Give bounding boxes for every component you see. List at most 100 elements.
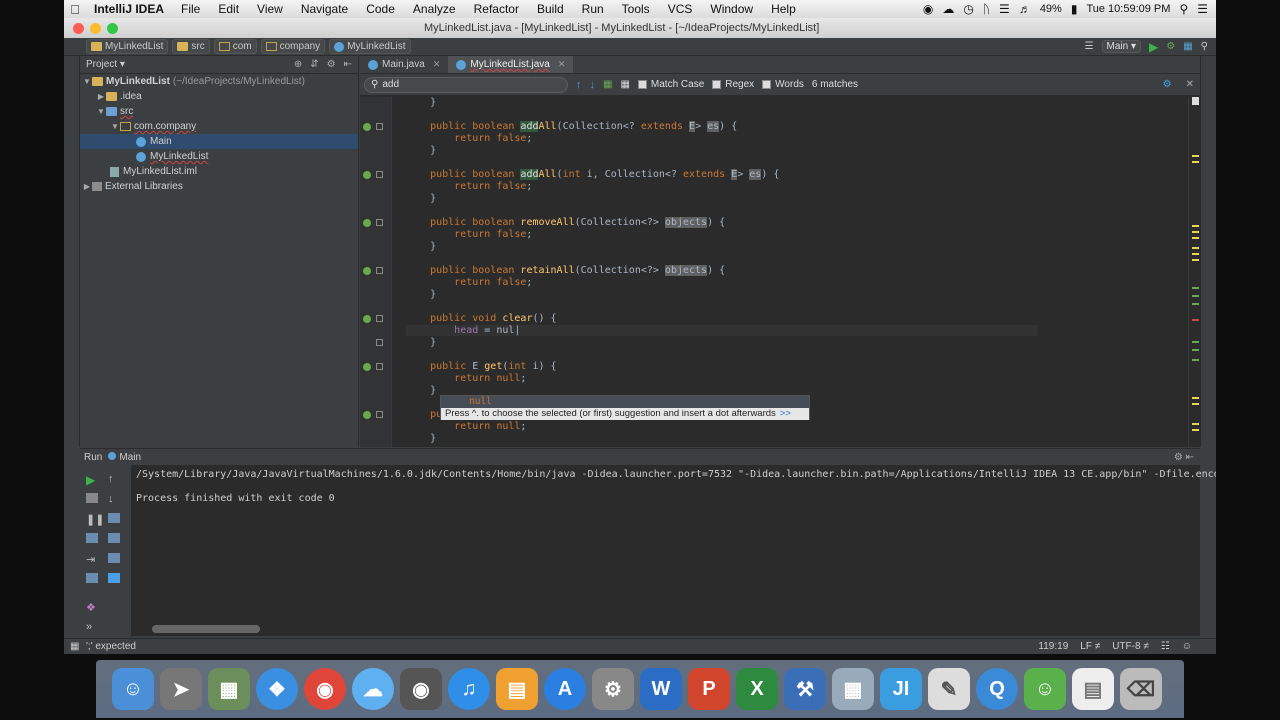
- match-case-option[interactable]: Match Case: [637, 79, 704, 90]
- regex-checkbox[interactable]: [712, 80, 722, 89]
- words-option[interactable]: Words: [762, 79, 804, 90]
- record-icon[interactable]: ◉: [923, 2, 933, 16]
- notifications-icon[interactable]: ☰: [1197, 2, 1208, 16]
- expand-arrow-icon[interactable]: ▼: [96, 107, 106, 116]
- breadcrumb-src[interactable]: src: [172, 39, 210, 54]
- timemachine-icon[interactable]: ◷: [963, 2, 973, 16]
- match-stripe[interactable]: [1192, 429, 1199, 431]
- menu-file[interactable]: File: [172, 2, 209, 16]
- find-settings-icon[interactable]: ⚙: [1163, 79, 1172, 90]
- source-code[interactable]: } public boolean addAll(Collection<? ext…: [406, 97, 1039, 445]
- screen-sharing-icon[interactable]: ▦: [832, 668, 874, 710]
- caret-position[interactable]: 119:19: [1038, 641, 1068, 652]
- ibooks-icon[interactable]: ▤: [496, 668, 538, 710]
- run-tab-main[interactable]: Main: [108, 451, 141, 463]
- regex-option[interactable]: Regex: [712, 79, 754, 90]
- match-stripe[interactable]: [1192, 155, 1199, 157]
- console-output[interactable]: /System/Library/Java/JavaVirtualMachines…: [136, 469, 1216, 505]
- stop-icon[interactable]: [86, 493, 98, 503]
- toggle-tool-windows-icon[interactable]: ▦: [70, 641, 79, 652]
- wifi-icon[interactable]: ☰: [999, 2, 1010, 16]
- hector-icon[interactable]: ☺: [1182, 641, 1192, 652]
- menu-run[interactable]: Run: [573, 2, 613, 16]
- cloud-icon[interactable]: ☁: [942, 2, 954, 16]
- fold-icon[interactable]: [376, 123, 383, 130]
- rerun-icon[interactable]: ▶: [86, 473, 98, 487]
- collapse-all-icon[interactable]: ⇵: [310, 59, 318, 70]
- close-find-icon[interactable]: ✕: [1186, 79, 1194, 90]
- match-stripe[interactable]: [1192, 231, 1199, 233]
- expand-arrow-icon[interactable]: ▶: [82, 182, 92, 191]
- match-stripe[interactable]: [1192, 403, 1199, 405]
- run-icon[interactable]: ▶: [1149, 40, 1158, 54]
- implements-marker-icon[interactable]: [363, 219, 371, 227]
- launchpad-icon[interactable]: ➤: [160, 668, 202, 710]
- fold-icon[interactable]: [376, 171, 383, 178]
- fold-icon[interactable]: [376, 339, 383, 346]
- down-icon[interactable]: ↓: [108, 493, 120, 505]
- menu-tools[interactable]: Tools: [613, 2, 659, 16]
- apple-icon[interactable]: : [64, 2, 86, 17]
- line-separator[interactable]: LF ≠: [1080, 641, 1100, 652]
- expand-arrow-icon[interactable]: ▼: [82, 77, 92, 86]
- quicktime-icon[interactable]: Q: [976, 668, 1018, 710]
- soft-wrap-icon[interactable]: [108, 513, 120, 523]
- trash-icon[interactable]: ⌫: [1120, 668, 1162, 710]
- match-stripe[interactable]: [1192, 259, 1199, 261]
- safari-icon[interactable]: ❖: [256, 668, 298, 710]
- spotlight-icon[interactable]: ⚲: [1179, 2, 1188, 16]
- expand-arrow-icon[interactable]: ▼: [110, 122, 120, 131]
- menu-code[interactable]: Code: [357, 2, 404, 16]
- inspection-status-icon[interactable]: [1192, 97, 1199, 105]
- tree-item-com-company[interactable]: ▼ com.company: [80, 119, 358, 134]
- menu-app-name[interactable]: IntelliJ IDEA: [86, 2, 172, 16]
- pause-icon[interactable]: ❚❚: [86, 513, 104, 526]
- itunes-icon[interactable]: ♫: [448, 668, 490, 710]
- run-panel-settings-icon[interactable]: ⚙ ⇤: [1174, 452, 1200, 463]
- xcode-icon[interactable]: ⚒: [784, 668, 826, 710]
- fold-icon[interactable]: [376, 363, 383, 370]
- more-icon[interactable]: »: [86, 621, 98, 633]
- scroll-to-end-icon[interactable]: [108, 533, 120, 543]
- method-stripe[interactable]: [1192, 341, 1199, 343]
- implements-marker-icon[interactable]: [363, 315, 371, 323]
- breadcrumb-class[interactable]: MyLinkedList: [329, 39, 411, 54]
- menu-window[interactable]: Window: [701, 2, 762, 16]
- implements-marker-icon[interactable]: [363, 363, 371, 371]
- intellij-icon[interactable]: JI: [880, 668, 922, 710]
- method-stripe[interactable]: [1192, 359, 1199, 361]
- dump-threads-icon[interactable]: [86, 533, 98, 543]
- menu-view[interactable]: View: [248, 2, 292, 16]
- volume-icon[interactable]: ♬: [1019, 2, 1031, 16]
- menu-vcs[interactable]: VCS: [659, 2, 702, 16]
- documents-stack-icon[interactable]: ▤: [1072, 668, 1114, 710]
- match-stripe[interactable]: [1192, 225, 1199, 227]
- method-stripe[interactable]: [1192, 349, 1199, 351]
- next-match-icon[interactable]: ↓: [590, 79, 596, 91]
- match-stripe[interactable]: [1192, 423, 1199, 425]
- error-stripe[interactable]: [1188, 97, 1200, 447]
- implements-marker-icon[interactable]: [363, 171, 371, 179]
- close-tab-icon[interactable]: ✕: [558, 59, 566, 70]
- menu-analyze[interactable]: Analyze: [404, 2, 465, 16]
- error-marker[interactable]: [1192, 319, 1199, 321]
- structure-icon[interactable]: ▦: [1183, 41, 1192, 52]
- chrome-icon[interactable]: ◉: [304, 668, 346, 710]
- system-preferences-icon[interactable]: ⚙: [592, 668, 634, 710]
- tree-item-src[interactable]: ▼ src: [80, 104, 358, 119]
- word-icon[interactable]: W: [640, 668, 682, 710]
- menu-navigate[interactable]: Navigate: [292, 2, 357, 16]
- tree-item-idea[interactable]: ▶ .idea: [80, 89, 358, 104]
- breadcrumb-company[interactable]: company: [260, 39, 326, 54]
- console-horizontal-scrollbar[interactable]: [152, 625, 260, 633]
- file-encoding[interactable]: UTF-8 ≠: [1112, 641, 1149, 652]
- menu-build[interactable]: Build: [528, 2, 573, 16]
- match-stripe[interactable]: [1192, 161, 1199, 163]
- tree-item-external-libraries[interactable]: ▶ External Libraries: [80, 179, 358, 194]
- method-stripe[interactable]: [1192, 295, 1199, 297]
- implements-marker-icon[interactable]: [363, 123, 371, 131]
- select-all-matches-icon[interactable]: ▦: [603, 79, 612, 90]
- run-config-select[interactable]: Main ▾: [1101, 40, 1142, 53]
- breadcrumb-com[interactable]: com: [213, 39, 257, 54]
- code-view[interactable]: } public boolean addAll(Collection<? ext…: [360, 97, 1188, 447]
